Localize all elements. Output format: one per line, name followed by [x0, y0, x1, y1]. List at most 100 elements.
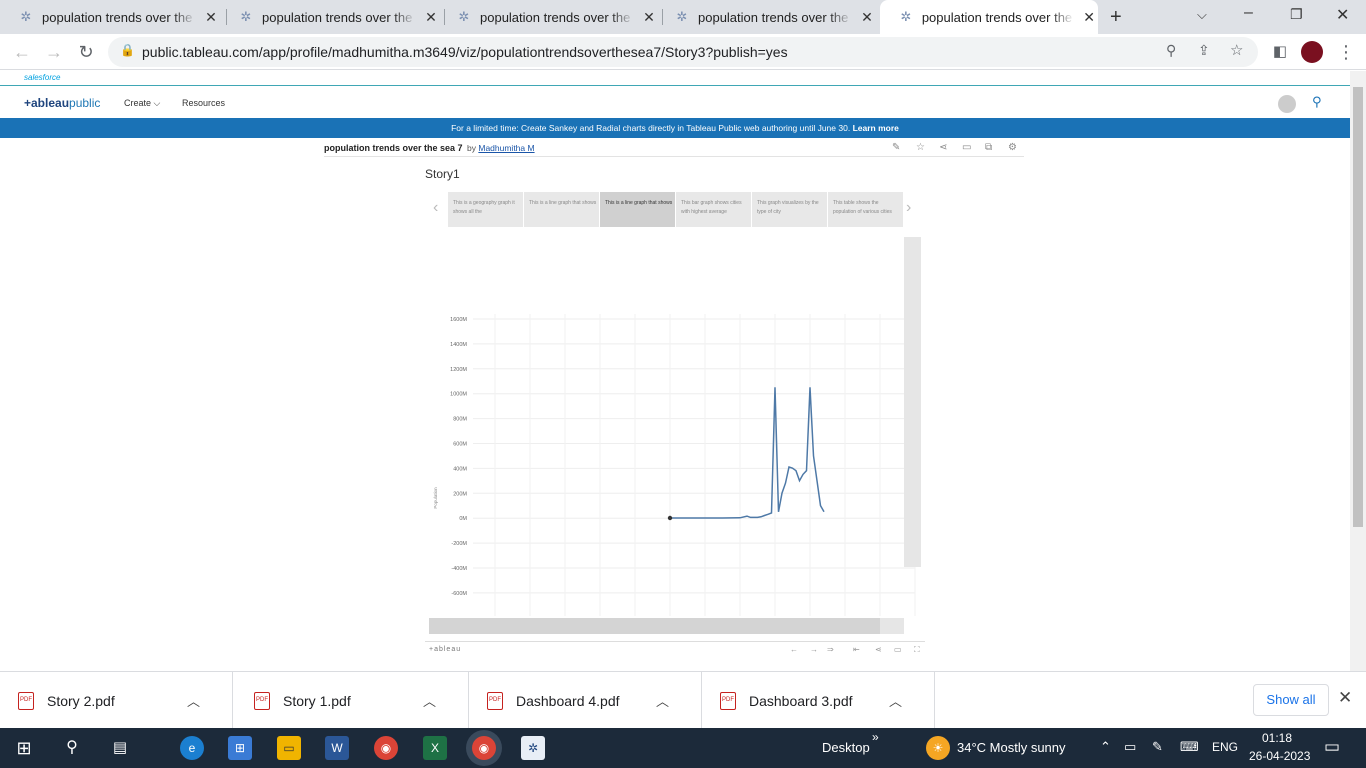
comment-icon[interactable]: ▭	[962, 142, 971, 153]
menu-icon[interactable]: ⋮	[1334, 40, 1358, 64]
excel-icon[interactable]: X	[423, 736, 447, 760]
edge-icon[interactable]: e	[180, 736, 204, 760]
network-icon[interactable]: ▭	[1124, 739, 1136, 755]
close-tab-icon[interactable]: ✕	[202, 9, 220, 26]
share-icon[interactable]: ⋖	[875, 645, 882, 654]
expand-toolbar-icon[interactable]: »	[872, 730, 879, 744]
close-tab-icon[interactable]: ✕	[1080, 9, 1098, 26]
tableau-public-logo[interactable]: +ableaupublic	[24, 96, 100, 110]
promo-banner: For a limited time: Create Sankey and Ra…	[0, 118, 1350, 138]
address-bar[interactable]: 🔒 public.tableau.com/app/profile/madhumi…	[108, 37, 1258, 67]
restore-icon[interactable]: ❐	[1290, 6, 1303, 23]
new-tab-icon[interactable]: +	[1110, 6, 1122, 29]
edit-icon[interactable]: ✎	[892, 142, 900, 153]
browser-tab[interactable]: ✲ population trends over the sea 7 | Tab…	[438, 0, 663, 34]
story-point[interactable]: This bar graph shows cities with highest…	[676, 192, 751, 227]
redo-icon[interactable]: →	[810, 645, 818, 654]
weather-text[interactable]: 34°C Mostly sunny	[957, 740, 1066, 755]
browser-tab[interactable]: ✲ population trends over the sea 7 | Tab…	[220, 0, 445, 34]
story-horizontal-scrollbar[interactable]	[429, 618, 904, 634]
line-chart: 1600M 1400M 1200M 1000M 800M 600M 400M 200M 0M -2…	[433, 314, 916, 616]
chevron-up-icon[interactable]: ︿	[656, 691, 669, 710]
side-panel-icon[interactable]: ◧	[1268, 40, 1292, 64]
back-icon[interactable]: ←	[10, 40, 34, 64]
chrome-icon[interactable]: ◉	[374, 736, 398, 760]
task-view-icon[interactable]: ▤	[108, 736, 132, 760]
bookmark-star-icon[interactable]: ☆	[1230, 41, 1243, 59]
browser-tab-active[interactable]: ✲ population trends over the sea 7 | Tab…	[880, 0, 1098, 34]
share-icon[interactable]: ⋖	[939, 142, 947, 153]
undo-icon[interactable]: ←	[790, 645, 798, 654]
story-point[interactable]: This is a geography graph it shows all t…	[448, 192, 523, 227]
download-item[interactable]: PDF Dashboard 3.pdf ︿	[702, 672, 935, 729]
reload-icon[interactable]: ↻	[74, 40, 98, 64]
download-icon[interactable]: ▭	[894, 645, 902, 654]
settings-gear-icon[interactable]: ⚙	[1008, 142, 1017, 153]
salesforce-logo[interactable]: salesforce	[24, 73, 60, 82]
word-icon[interactable]: W	[325, 736, 349, 760]
tableau-footer-logo[interactable]: +ableau	[429, 646, 461, 653]
scrollbar-thumb[interactable]	[429, 618, 880, 634]
pdf-file-icon: PDF	[487, 691, 503, 710]
nav-resources[interactable]: Resources	[182, 98, 225, 108]
page-scrollbar[interactable]	[1350, 71, 1366, 671]
web-page: salesforce +ableaupublic Create ⌵ Resour…	[0, 71, 1350, 671]
clock-time[interactable]: 01:18	[1262, 731, 1292, 745]
windows-start-icon[interactable]: ⊞	[12, 736, 36, 760]
file-explorer-icon[interactable]: ▭	[277, 736, 301, 760]
forward-icon[interactable]: →	[42, 40, 66, 64]
chevron-up-icon[interactable]: ︿	[187, 691, 200, 710]
pen-icon[interactable]: ✎	[1152, 739, 1163, 755]
story-point[interactable]: This graph visualizes by the type of cit…	[752, 192, 827, 227]
chart-vertical-scrollbar[interactable]	[904, 237, 921, 567]
tray-chevron-icon[interactable]: ⌃	[1100, 739, 1111, 755]
story-point[interactable]: This is a line graph that shows	[524, 192, 599, 227]
download-item[interactable]: PDF Dashboard 4.pdf ︿	[469, 672, 702, 729]
profile-avatar[interactable]	[1301, 41, 1323, 63]
fullscreen-icon[interactable]: ⛶	[914, 645, 920, 655]
author-link[interactable]: Madhumitha M	[478, 143, 534, 153]
prev-story-arrow-icon[interactable]: ‹	[433, 199, 438, 217]
browser-tab[interactable]: ✲ population trends over the sea 7 | Tab…	[656, 0, 881, 34]
browser-toolbar: ← → ↻ 🔒 public.tableau.com/app/profile/m…	[0, 34, 1366, 70]
url-text[interactable]: public.tableau.com/app/profile/madhumith…	[142, 44, 788, 60]
chevron-up-icon[interactable]: ︿	[889, 691, 902, 710]
pause-icon[interactable]: ⇤	[853, 645, 860, 654]
minimize-icon[interactable]: –	[1244, 4, 1253, 22]
share-icon[interactable]: ⇪	[1198, 42, 1210, 59]
y-tick-label: 800M	[453, 417, 467, 423]
story-point-selected[interactable]: This is a line graph that shows	[600, 192, 675, 227]
story-point[interactable]: This table shows the population of vario…	[828, 192, 903, 227]
close-tab-icon[interactable]: ✕	[858, 9, 876, 26]
zoom-icon[interactable]: ⚲	[1166, 42, 1176, 59]
user-avatar-icon[interactable]	[1278, 95, 1296, 113]
clock-date[interactable]: 26-04-2023	[1249, 749, 1310, 763]
store-icon[interactable]: ⊞	[228, 736, 252, 760]
next-story-arrow-icon[interactable]: ›	[906, 199, 911, 217]
tab-search-icon[interactable]: ⌵	[1197, 7, 1207, 23]
tableau-app-icon[interactable]: ✲	[521, 736, 545, 760]
desktop-toolbar[interactable]: Desktop	[822, 740, 870, 755]
search-icon[interactable]: ⚲	[1312, 94, 1322, 110]
chrome-active-icon[interactable]: ◉	[472, 736, 496, 760]
revert-icon[interactable]: ⇒	[827, 645, 834, 654]
copy-icon[interactable]: ⧉	[985, 142, 992, 153]
nav-create[interactable]: Create ⌵	[124, 98, 160, 109]
tab-title: population trends over the sea 7 | Table…	[42, 9, 196, 25]
notifications-icon[interactable]: ▭	[1324, 737, 1340, 757]
language-indicator[interactable]: ENG	[1212, 740, 1238, 754]
keyboard-icon[interactable]: ⌨	[1180, 739, 1199, 755]
download-item[interactable]: PDF Story 2.pdf ︿	[0, 672, 233, 729]
browser-tab[interactable]: ✲ population trends over the sea 7 | Tab…	[0, 0, 225, 34]
chevron-up-icon[interactable]: ︿	[423, 691, 436, 710]
show-all-button[interactable]: Show all	[1253, 684, 1329, 716]
learn-more-link[interactable]: Learn more	[853, 123, 899, 133]
search-icon[interactable]: ⚲	[60, 736, 84, 760]
download-filename: Story 2.pdf	[47, 692, 115, 709]
favorite-star-icon[interactable]: ☆	[916, 142, 925, 153]
close-window-icon[interactable]: ✕	[1336, 5, 1349, 25]
scrollbar-thumb[interactable]	[1353, 87, 1363, 527]
weather-icon[interactable]: ☀	[926, 736, 950, 760]
close-downloads-icon[interactable]: ✕	[1338, 688, 1352, 708]
download-item[interactable]: PDF Story 1.pdf ︿	[236, 672, 469, 729]
